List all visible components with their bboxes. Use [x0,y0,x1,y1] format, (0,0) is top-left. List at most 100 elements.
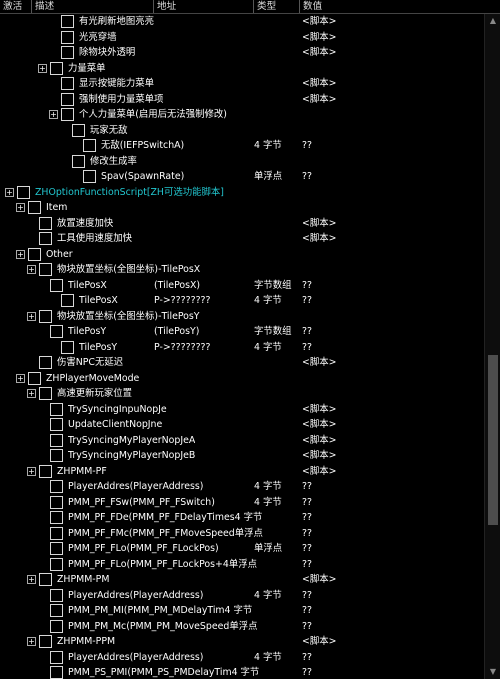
expand-toggle-icon[interactable]: + [27,466,36,476]
entry-value[interactable]: ?? [302,479,312,494]
table-row[interactable]: TilePosX P->???????? 4 字节?? [0,293,484,308]
activate-checkbox[interactable] [50,666,63,679]
table-row[interactable]: TilePosX (TilePosX) 字节数组?? [0,278,484,293]
entry-value[interactable]: <脚本> [302,448,336,463]
table-row[interactable]: TilePosY P->???????? 4 字节?? [0,340,484,355]
table-row[interactable]: PMM_PF_FMc(PMM_PF_FMoveSpeed单浮点?? [0,526,484,541]
activate-checkbox[interactable] [50,278,63,292]
entry-value[interactable]: ?? [302,278,312,293]
activate-checkbox[interactable] [39,573,52,586]
entry-value[interactable]: <脚本> [302,433,336,448]
table-row[interactable]: PlayerAddres(PlayerAddress) 4 字节?? [0,650,484,665]
table-row[interactable]: 工具使用速度加快 <脚本> [0,231,484,246]
table-row[interactable]: 显示按键能力菜单 <脚本> [0,76,484,91]
expand-toggle-icon[interactable]: + [16,249,25,259]
entry-value[interactable]: <脚本> [302,634,336,649]
activate-checkbox[interactable] [39,387,52,400]
activate-checkbox[interactable] [50,418,63,431]
entry-value[interactable]: <脚本> [302,30,336,45]
table-row[interactable]: 放置速度加快 <脚本> [0,216,484,231]
activate-checkbox[interactable] [39,263,52,276]
activate-checkbox[interactable] [72,123,85,137]
activate-checkbox[interactable] [50,449,63,462]
entry-value[interactable]: ?? [302,324,312,339]
table-row[interactable]: PlayerAddres(PlayerAddress) 4 字节?? [0,479,484,494]
entry-value[interactable]: <脚本> [302,45,336,60]
activate-checkbox[interactable] [50,588,63,602]
activate-checkbox[interactable] [28,247,41,261]
table-row[interactable]: Spav(SpawnRate) 单浮点?? [0,169,484,184]
activate-checkbox[interactable] [50,402,63,416]
activate-checkbox[interactable] [50,511,63,524]
entry-value[interactable]: ?? [302,557,312,572]
activate-checkbox[interactable] [39,356,52,369]
table-row[interactable]: PlayerAddres(PlayerAddress) 4 字节?? [0,588,484,603]
table-row[interactable]: PMM_PF_FSw(PMM_PF_FSwitch) 4 字节?? [0,495,484,510]
column-header-description[interactable]: 描述 [32,0,154,13]
activate-checkbox[interactable] [83,139,96,152]
entry-value[interactable]: <脚本> [302,355,336,370]
table-row[interactable]: 光亮穿墙 <脚本> [0,30,484,45]
table-row[interactable]: PMM_PS_PMI(PMM_PS_PMDelayTim4 字节?? [0,665,484,679]
activate-checkbox[interactable] [61,30,74,44]
table-row[interactable]: 有光刷新地图亮亮 <脚本> [0,14,484,29]
activate-checkbox[interactable] [39,309,52,323]
entry-value[interactable]: ?? [302,293,312,308]
activate-checkbox[interactable] [61,108,74,121]
entry-value[interactable]: <脚本> [302,402,336,417]
activate-checkbox[interactable] [83,170,96,183]
entry-value[interactable]: <脚本> [302,231,336,246]
activate-checkbox[interactable] [39,216,52,230]
entry-value[interactable]: ?? [302,619,312,634]
activate-checkbox[interactable] [50,61,63,75]
entry-value[interactable]: <脚本> [302,216,336,231]
expand-toggle-icon[interactable]: + [16,373,25,383]
entry-value[interactable]: <脚本> [302,572,336,587]
vertical-scrollbar[interactable]: ▲ ▼ [484,14,500,679]
table-row[interactable]: + ZHPMM-PPM <脚本> [0,634,484,649]
expand-toggle-icon[interactable]: + [16,203,25,212]
table-row[interactable]: 伤害NPC无延迟 <脚本> [0,355,484,370]
activate-checkbox[interactable] [61,46,74,59]
expand-toggle-icon[interactable]: + [27,575,36,584]
expand-toggle-icon[interactable]: + [49,110,58,119]
entry-value[interactable]: <脚本> [302,417,336,432]
column-header-value[interactable]: 数值 [300,0,500,13]
column-header-type[interactable]: 类型 [254,0,300,13]
activate-checkbox[interactable] [17,185,30,199]
activate-checkbox[interactable] [50,480,63,493]
entry-value[interactable]: ?? [302,588,312,603]
activate-checkbox[interactable] [50,619,63,633]
entry-value[interactable]: ?? [302,541,312,556]
table-row[interactable]: TilePosY (TilePosY) 字节数组?? [0,324,484,339]
entry-value[interactable]: ?? [302,510,312,525]
activate-checkbox[interactable] [72,154,85,168]
activate-checkbox[interactable] [50,433,63,447]
table-row[interactable]: + 物块放置坐标(全图坐标)-TilePosX [0,262,484,277]
table-row[interactable]: + ZHPlayerMoveMode [0,371,484,386]
table-row[interactable]: + 个人力量菜单(启用后无法强制修改) [0,107,484,122]
activate-checkbox[interactable] [39,635,52,648]
table-row[interactable]: UpdateClientNopJne <脚本> [0,417,484,432]
expand-toggle-icon[interactable]: + [27,389,36,398]
activate-checkbox[interactable] [50,495,63,509]
column-header-address[interactable]: 地址 [154,0,254,13]
table-row[interactable]: 除物块外透明 <脚本> [0,45,484,60]
entry-value[interactable]: ?? [302,603,312,618]
table-row[interactable]: PMM_PF_FLo(PMM_PF_FLockPos) 单浮点?? [0,541,484,556]
entry-value[interactable]: ?? [302,650,312,665]
table-row[interactable]: TrySyncingMyPlayerNopJeB <脚本> [0,448,484,463]
expand-toggle-icon[interactable]: + [38,63,47,73]
expand-toggle-icon[interactable]: + [27,637,36,646]
entry-value[interactable]: <脚本> [302,92,336,107]
activate-checkbox[interactable] [39,464,52,478]
table-row[interactable]: + 力量菜单 [0,61,484,76]
activate-checkbox[interactable] [61,340,74,354]
activate-checkbox[interactable] [50,526,63,540]
entry-value[interactable]: ?? [302,495,312,510]
table-row[interactable]: 无敌(IEFPSwitchA) 4 字节?? [0,138,484,153]
entry-value[interactable]: ?? [302,665,312,679]
table-row[interactable]: + ZHOptionFunctionScript[ZH可选功能脚本] [0,185,484,200]
expand-toggle-icon[interactable]: + [5,187,14,197]
entry-value[interactable]: <脚本> [302,464,336,479]
